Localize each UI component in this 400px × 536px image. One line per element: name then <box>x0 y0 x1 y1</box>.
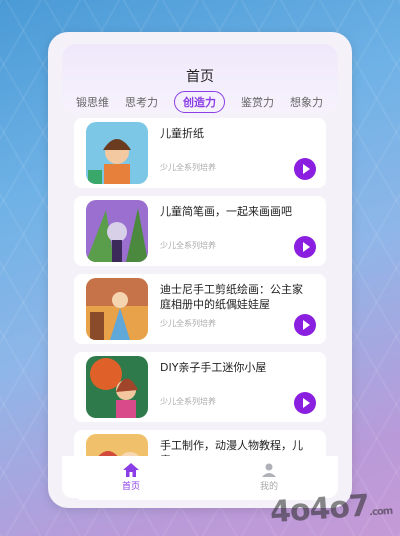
watermark-logo: 4o4o7.com <box>269 488 393 531</box>
card-subtitle: 少儿全系列培养 <box>160 241 216 250</box>
tab-thinking[interactable]: 锻思维 <box>76 94 109 110</box>
list-item[interactable]: 儿童简笔画，一起来画画吧 少儿全系列培养 <box>74 196 326 266</box>
list-item[interactable]: 儿童折纸 少儿全系列培养 <box>74 118 326 188</box>
tab-imagination[interactable]: 想象力 <box>290 94 323 110</box>
thumbnail-image <box>86 200 148 262</box>
list-item[interactable]: 迪士尼手工剪纸绘画：公主家庭相册中的纸偶娃娃屋 少儿全系列培养 <box>74 274 326 344</box>
card-subtitle: 少儿全系列培养 <box>160 163 216 172</box>
video-list: 儿童折纸 少儿全系列培养 儿童简笔画，一起来画画吧 少儿全系列培养 迪士尼手工剪… <box>74 118 326 508</box>
nav-profile-label: 我的 <box>259 481 278 492</box>
play-icon[interactable] <box>294 314 316 336</box>
nav-profile[interactable]: 我的 <box>260 463 278 492</box>
tab-reasoning[interactable]: 思考力 <box>125 94 158 110</box>
bottom-navigation: 首页 我的 <box>62 456 338 498</box>
play-icon[interactable] <box>294 392 316 414</box>
play-icon[interactable] <box>294 236 316 258</box>
thumbnail-image <box>86 278 148 340</box>
page-title: 首页 <box>186 69 214 85</box>
category-tabs: 锻思维 思考力 创造力 鉴赏力 想象力 <box>62 90 352 114</box>
card-subtitle: 少儿全系列培养 <box>160 319 216 328</box>
tab-creativity[interactable]: 创造力 <box>174 91 225 113</box>
card-title: 儿童折纸 <box>160 127 204 140</box>
nav-home-label: 首页 <box>121 481 140 492</box>
tab-appreciation[interactable]: 鉴赏力 <box>241 94 274 110</box>
card-subtitle: 少儿全系列培养 <box>160 397 216 406</box>
thumbnail-image <box>86 356 148 418</box>
phone-screen: 首页 锻思维 思考力 创造力 鉴赏力 想象力 儿童折纸 少儿全系列培养 儿童简笔… <box>48 32 352 508</box>
card-title: DIY亲子手工迷你小屋 <box>160 361 267 374</box>
card-title: 儿童简笔画，一起来画画吧 <box>160 205 292 218</box>
nav-home[interactable]: 首页 <box>121 462 140 492</box>
card-title: 迪士尼手工剪纸绘画：公主家庭相册中的纸偶娃娃屋 <box>160 283 303 311</box>
play-icon[interactable] <box>294 158 316 180</box>
home-icon <box>122 462 139 477</box>
user-icon <box>261 463 276 477</box>
thumbnail-image <box>86 122 148 184</box>
list-item[interactable]: DIY亲子手工迷你小屋 少儿全系列培养 <box>74 352 326 422</box>
